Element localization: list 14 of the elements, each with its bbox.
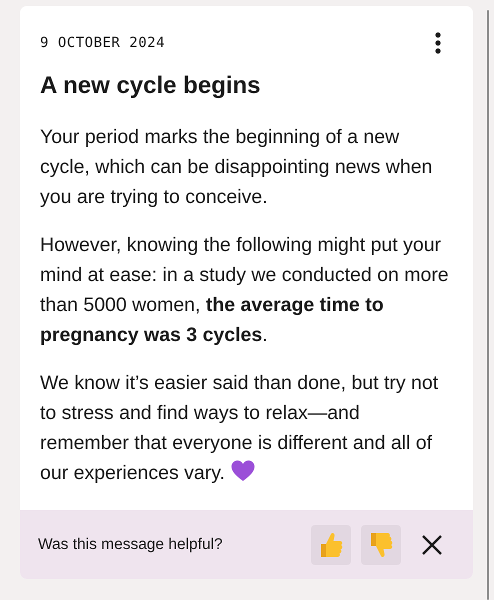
message-title: A new cycle begins (40, 72, 262, 100)
message-paragraph: However, knowing the following might put your mind at ease: in a study we conducted on more than 5000 women, the average time to pregnancy was 3 cycles. (40, 233, 450, 348)
heart-icon (230, 460, 255, 482)
scrollbar[interactable] (487, 10, 489, 600)
message-paragraph: Your period marks the beginning of a new cycle, which can be disappointing news when you are trying to conceive. (40, 125, 434, 210)
message-paragraph: We know it’s easier said than done, but try not to stress and find ways to relax—and remember that everyone is different and all of our experiences vary. (40, 371, 440, 486)
thumbs-down-icon (368, 530, 394, 558)
message-date: 9 OCTOBER 2024 (40, 35, 166, 51)
feedback-question: Was this message helpful? (38, 536, 224, 554)
thumbs-up-button[interactable] (311, 524, 351, 564)
close-icon[interactable] (421, 534, 443, 556)
thumbs-up-icon (318, 530, 344, 558)
thumbs-down-button[interactable] (361, 524, 401, 564)
more-options-icon[interactable] (435, 32, 441, 54)
